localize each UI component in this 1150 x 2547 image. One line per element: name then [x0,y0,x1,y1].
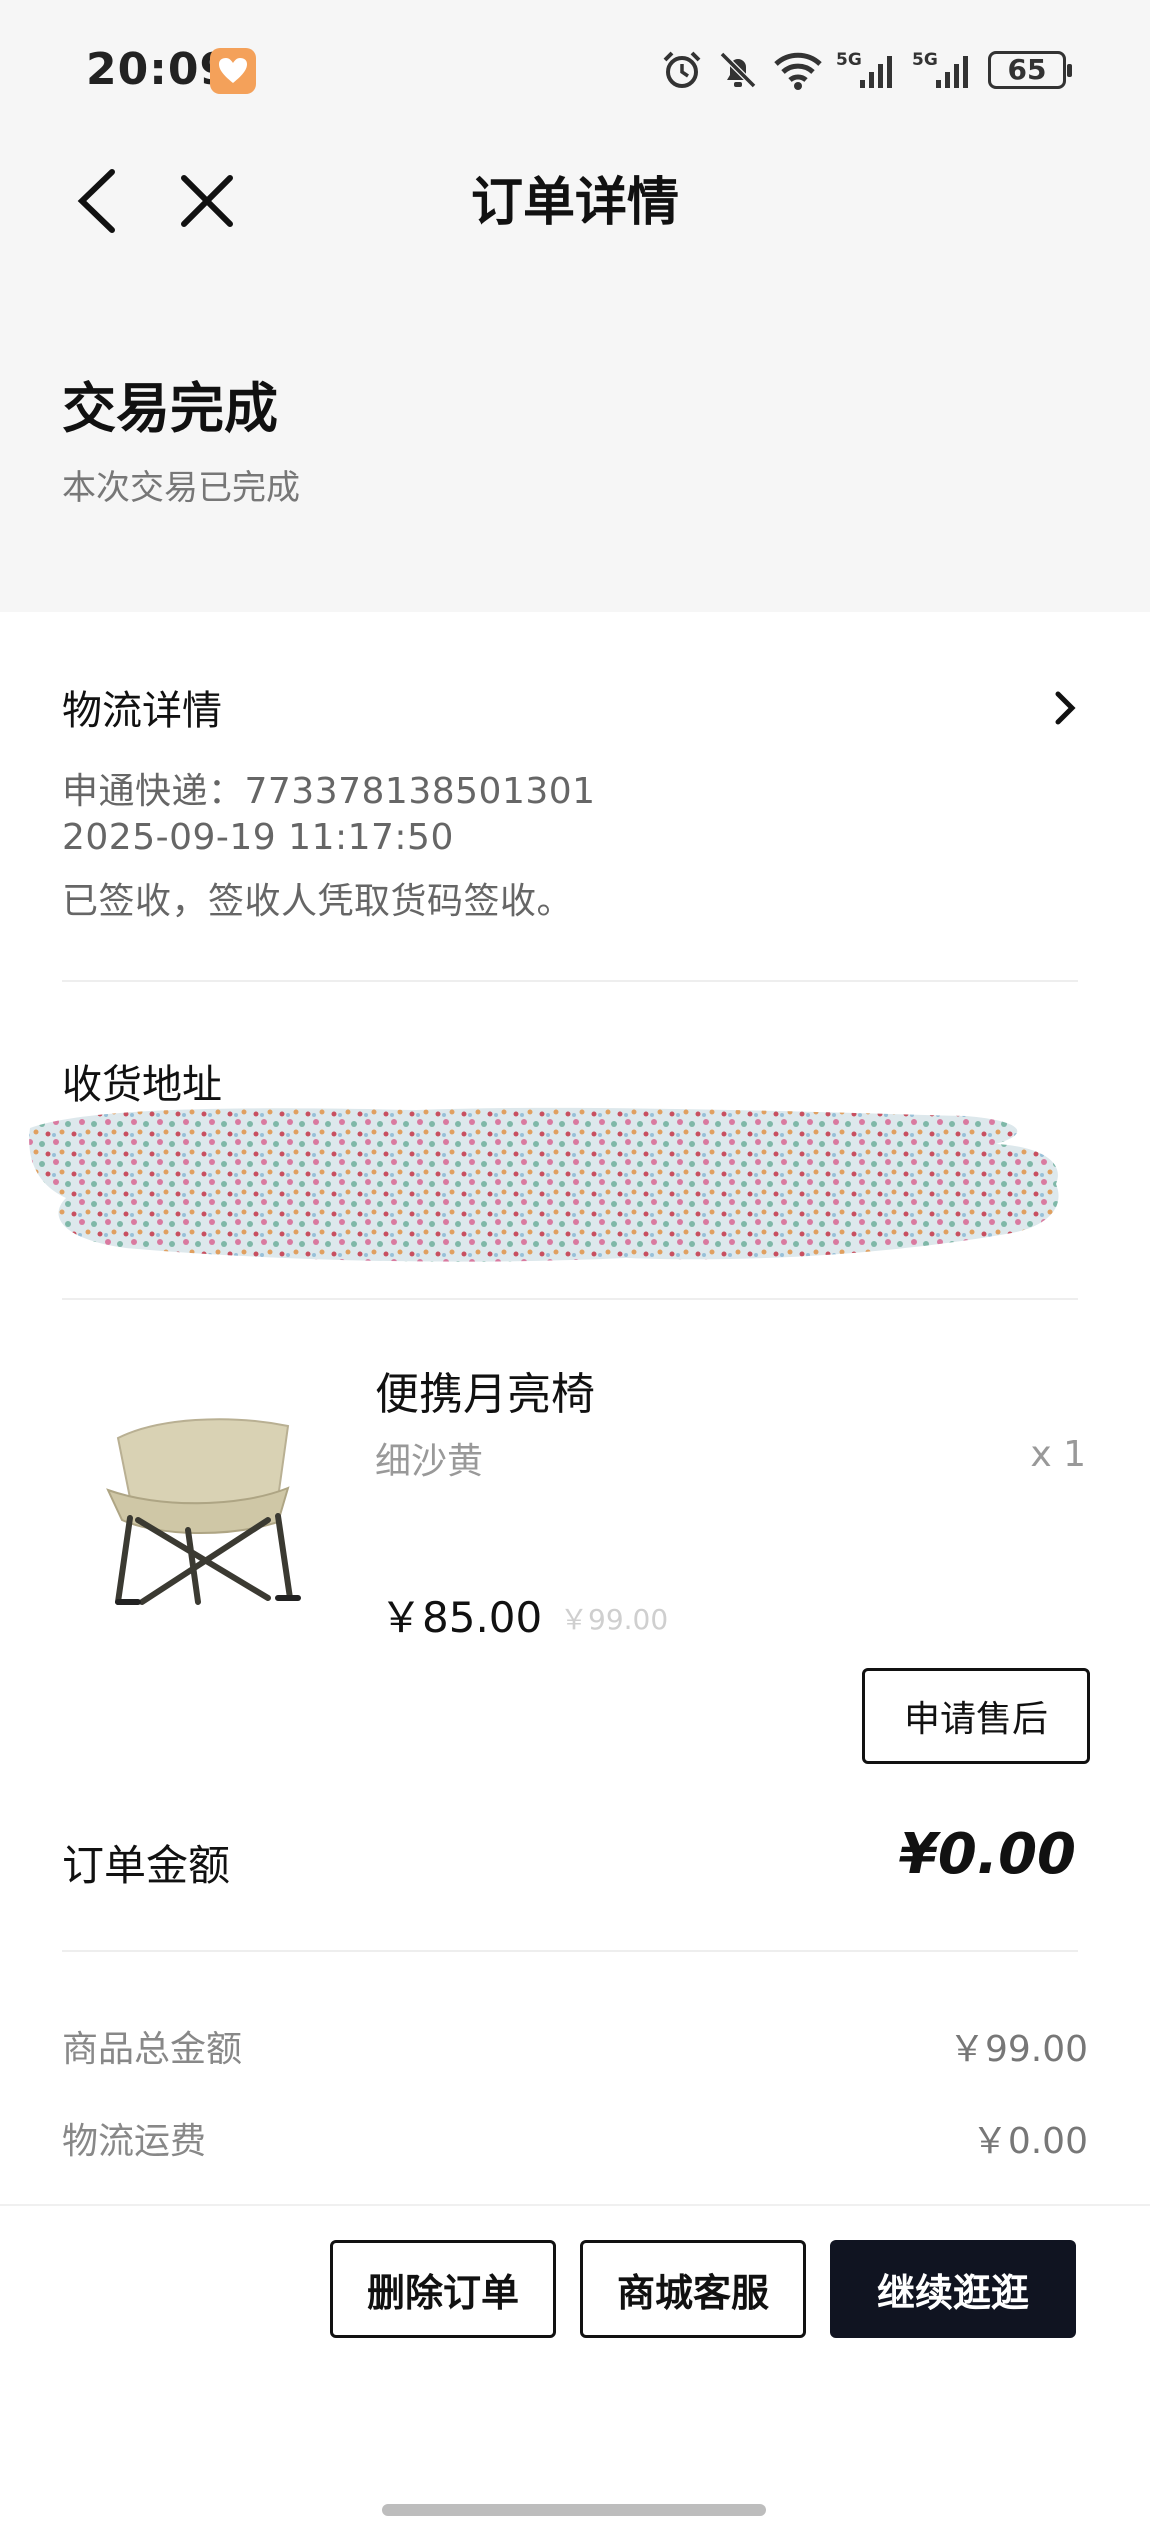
shipping-fee-label: 物流运费 [62,2121,207,2162]
action-bar-separator [0,2204,1150,2206]
goods-total-value: ￥99.00 [948,2029,1088,2070]
logistics-message: 已签收，签收人凭取货码签收。 [62,881,574,922]
shipping-fee-value: ￥0.00 [971,2121,1088,2162]
alarm-icon [663,51,701,88]
continue-shopping-button[interactable]: 继续逛逛 [830,2240,1076,2338]
wifi-icon [774,52,822,90]
chevron-right-icon[interactable] [1050,688,1080,728]
product-price: ￥85.00 [380,1593,543,1642]
order-status-section: 交易完成 本次交易已完成 [0,264,1150,612]
status-bar: 20:09 5G 5G 65 [0,0,1150,140]
product-quantity: x 1 [1030,1434,1086,1475]
battery-level: 65 [1007,53,1047,86]
address-redaction [29,1107,1059,1262]
svg-text:5G: 5G [912,50,938,70]
svg-text:5G: 5G [836,50,862,70]
bell-muted-icon [719,51,757,89]
order-status-title: 交易完成 [62,377,278,440]
delete-order-button[interactable]: 删除订单 [330,2240,556,2338]
order-amount-label: 订单金额 [62,1841,231,1890]
product-original-price: ￥99.00 [560,1603,669,1636]
order-detail-page: 20:09 5G 5G 65 订单详情 交易完成 本次交易已完成 物流详情 申通… [0,0,1150,2547]
logistics-time: 2025-09-19 11:17:50 [62,817,454,858]
product-spec: 细沙黄 [375,1441,484,1482]
logistics-title[interactable]: 物流详情 [62,678,222,736]
divider [62,980,1078,982]
heart-app-icon [210,48,256,94]
page-title: 订单详情 [470,173,679,233]
home-indicator[interactable] [382,2504,766,2516]
nav-bar: 订单详情 [0,140,1150,264]
product-image[interactable] [78,1380,318,1620]
battery-icon: 65 [988,51,1072,89]
5g-signal-icon: 5G [836,50,892,88]
divider [62,1950,1078,1952]
order-status-subtitle: 本次交易已完成 [62,468,300,508]
order-amount-value: ¥0.00 [898,1822,1076,1887]
divider [62,1298,1078,1300]
after-sale-button[interactable]: 申请售后 [862,1668,1090,1764]
customer-service-button[interactable]: 商城客服 [580,2240,806,2338]
goods-total-label: 商品总金额 [62,2029,243,2070]
status-icons: 5G 5G 65 [660,46,1072,94]
product-name[interactable]: 便携月亮椅 [375,1358,595,1422]
logistics-tracking: 申通快递：773378138501301 [62,771,596,812]
5g-signal-icon-2: 5G [912,50,968,88]
